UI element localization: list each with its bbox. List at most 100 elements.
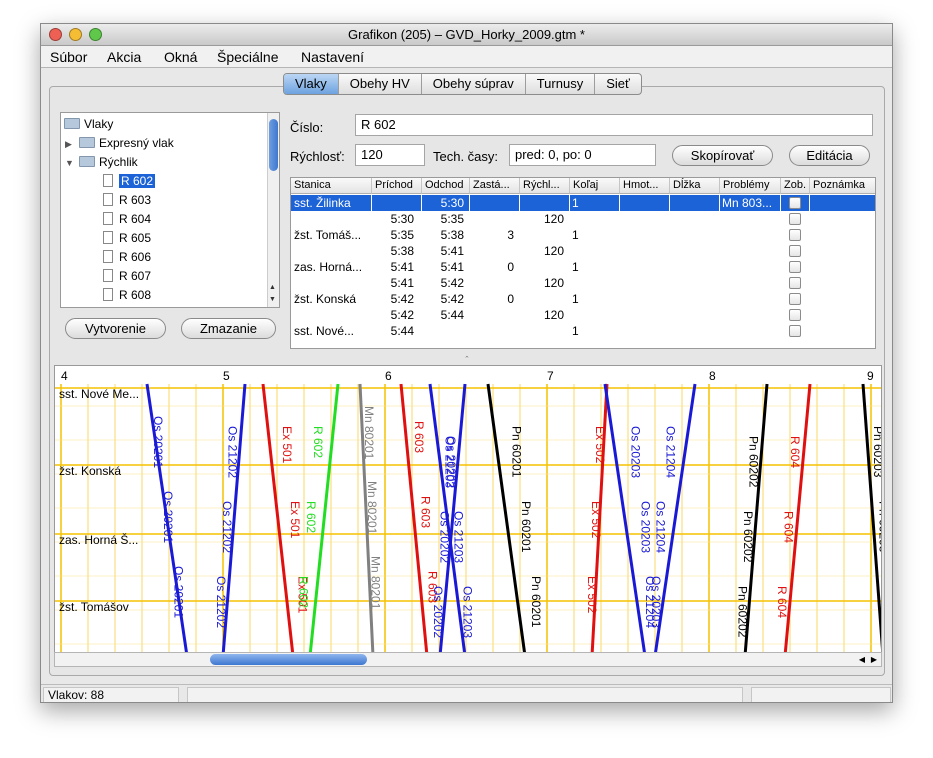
- table-row[interactable]: žst. Tomáš... 5:35 5:38 3 1: [291, 227, 875, 243]
- col-rychlost[interactable]: Rýchl...: [520, 178, 570, 194]
- train-label: Os 21204: [643, 576, 657, 628]
- edit-button[interactable]: Editácia: [789, 145, 870, 166]
- scroll-up-arrow-icon[interactable]: ▲: [269, 284, 276, 291]
- table-row[interactable]: žst. Konská 5:42 5:42 0 1: [291, 291, 875, 307]
- timetable-table[interactable]: Stanica Príchod Odchod Zastá... Rýchl...…: [290, 177, 876, 349]
- show-checkbox[interactable]: [789, 309, 801, 321]
- col-prichod[interactable]: Príchod: [372, 178, 422, 194]
- col-odchod[interactable]: Odchod: [422, 178, 470, 194]
- cell-dep: 5:41: [440, 260, 464, 274]
- speed-field[interactable]: 120: [355, 144, 425, 166]
- cell-speed: [520, 291, 568, 307]
- copy-button[interactable]: Skopírovať: [672, 145, 773, 166]
- disclosure-expanded-icon[interactable]: ▼: [65, 154, 79, 172]
- delete-button[interactable]: Zmazanie: [181, 318, 276, 339]
- show-checkbox[interactable]: [789, 293, 801, 305]
- menu-akcia[interactable]: Akcia: [107, 49, 141, 65]
- cell-arr: 5:30: [390, 212, 414, 226]
- table-row[interactable]: 5:38 5:41 120: [291, 243, 875, 259]
- scroll-down-arrow-icon[interactable]: ▼: [269, 296, 276, 303]
- tree-scrollbar[interactable]: ▲ ▼: [267, 113, 279, 307]
- table-row[interactable]: sst. Nové... 5:44 1: [291, 323, 875, 339]
- app-window: Grafikon (205) – GVD_Horky_2009.gtm * Sú…: [40, 23, 893, 703]
- show-checkbox[interactable]: [789, 213, 801, 225]
- tree-item-r604[interactable]: R 604: [103, 210, 151, 228]
- col-stanica[interactable]: Stanica: [291, 178, 372, 194]
- col-poznamka[interactable]: Poznámka: [810, 178, 875, 194]
- cell-stop: 3: [507, 228, 514, 242]
- train-label: R 603: [419, 496, 433, 528]
- col-hmotnost[interactable]: Hmot...: [620, 178, 670, 194]
- scroll-right-arrow-icon[interactable]: ▶: [871, 653, 877, 666]
- tree-scroll-thumb[interactable]: [269, 119, 278, 171]
- train-label: Os 21202: [225, 426, 239, 478]
- cell-arr: [372, 195, 418, 211]
- folder-icon: [79, 137, 95, 148]
- menu-okna[interactable]: Okná: [164, 49, 197, 65]
- show-checkbox[interactable]: [789, 197, 801, 209]
- tab-bar: Vlaky Obehy HV Obehy súprav Turnusy Sieť: [283, 73, 642, 95]
- tree-item-label: R 607: [119, 269, 152, 283]
- zoom-window-icon[interactable]: [89, 28, 102, 41]
- minimize-window-icon[interactable]: [69, 28, 82, 41]
- show-checkbox[interactable]: [789, 245, 801, 257]
- tab-turnusy[interactable]: Turnusy: [526, 74, 596, 94]
- number-field[interactable]: R 602: [355, 114, 873, 136]
- graph-scroll-thumb[interactable]: [210, 654, 367, 665]
- train-label: Os 21203: [461, 586, 475, 638]
- disclosure-collapsed-icon[interactable]: ▶: [65, 135, 79, 153]
- tab-obehy-suprav[interactable]: Obehy súprav: [422, 74, 526, 94]
- cell-track: [572, 307, 618, 323]
- tab-vlaky[interactable]: Vlaky: [284, 74, 339, 94]
- tree-item-r607[interactable]: R 607: [103, 267, 151, 285]
- table-row[interactable]: 5:41 5:42 120: [291, 275, 875, 291]
- cell-problems: [722, 323, 780, 339]
- close-window-icon[interactable]: [49, 28, 62, 41]
- tab-siet[interactable]: Sieť: [595, 74, 641, 94]
- menu-specialne[interactable]: Špeciálne: [217, 49, 279, 65]
- tree-item-r608[interactable]: R 608: [103, 286, 151, 304]
- show-checkbox[interactable]: [789, 261, 801, 273]
- col-zastavka[interactable]: Zastá...: [470, 178, 520, 194]
- menu-nastaveni[interactable]: Nastavení: [301, 49, 364, 65]
- scroll-left-arrow-icon[interactable]: ◀: [859, 653, 865, 666]
- train-label: R 604: [775, 586, 789, 618]
- col-dlzka[interactable]: Dĺžka: [670, 178, 720, 194]
- tech-times-field[interactable]: pred: 0, po: 0: [509, 144, 656, 166]
- cell-station: žst. Konská: [294, 292, 357, 306]
- tree-item-r603[interactable]: R 603: [103, 191, 151, 209]
- station-label: sst. Nové Me...: [59, 387, 139, 401]
- train-graph[interactable]: 4 5 6 7 8 9 sst. Nové Me... žst. Konská zas. Hor…: [54, 365, 882, 655]
- create-button[interactable]: Vytvorenie: [65, 318, 166, 339]
- train-tree[interactable]: Vlaky ▶ Expresný vlak ▼ Rýchlik R 602 R 60…: [60, 112, 280, 308]
- tree-item-label: R 603: [119, 193, 152, 207]
- tree-item-r602[interactable]: R 602: [103, 172, 156, 190]
- tree-group-expresny[interactable]: ▶ Expresný vlak: [65, 134, 174, 152]
- cell-track: 1: [572, 228, 579, 242]
- cell-speed: 120: [543, 276, 564, 290]
- train-label: Os 20202: [431, 586, 445, 638]
- table-row[interactable]: zas. Horná... 5:41 5:41 0 1: [291, 259, 875, 275]
- graph-horizontal-scrollbar[interactable]: ◀ ▶: [54, 652, 882, 667]
- tree-item-r606[interactable]: R 606: [103, 248, 151, 266]
- tree-root[interactable]: Vlaky: [64, 115, 113, 133]
- tree-item-r605[interactable]: R 605: [103, 229, 151, 247]
- train-graph-canvas[interactable]: 4 5 6 7 8 9 sst. Nové Me... žst. Konská zas. Hor…: [55, 366, 882, 655]
- tree-group-rychlik[interactable]: ▼ Rýchlik: [65, 153, 138, 171]
- show-checkbox[interactable]: [789, 277, 801, 289]
- tree-item-label: R 608: [119, 288, 152, 302]
- tab-obehy-hv[interactable]: Obehy HV: [339, 74, 422, 94]
- table-row[interactable]: 5:42 5:44 120: [291, 307, 875, 323]
- cell-stop: [470, 195, 518, 211]
- menu-subor[interactable]: Súbor: [50, 49, 87, 65]
- col-kolaj[interactable]: Koľaj: [570, 178, 620, 194]
- splitter-grip-icon[interactable]: ⌃: [464, 355, 470, 363]
- show-checkbox[interactable]: [789, 229, 801, 241]
- col-zobrazit[interactable]: Zob.: [781, 178, 810, 194]
- table-row[interactable]: 5:30 5:35 120: [291, 211, 875, 227]
- col-problemy[interactable]: Problémy: [720, 178, 781, 194]
- cell-track: 1: [572, 292, 579, 306]
- table-row[interactable]: sst. Žilinka 5:30 1 Mn 803...: [291, 195, 875, 211]
- cell-arr: 5:41: [390, 276, 414, 290]
- show-checkbox[interactable]: [789, 325, 801, 337]
